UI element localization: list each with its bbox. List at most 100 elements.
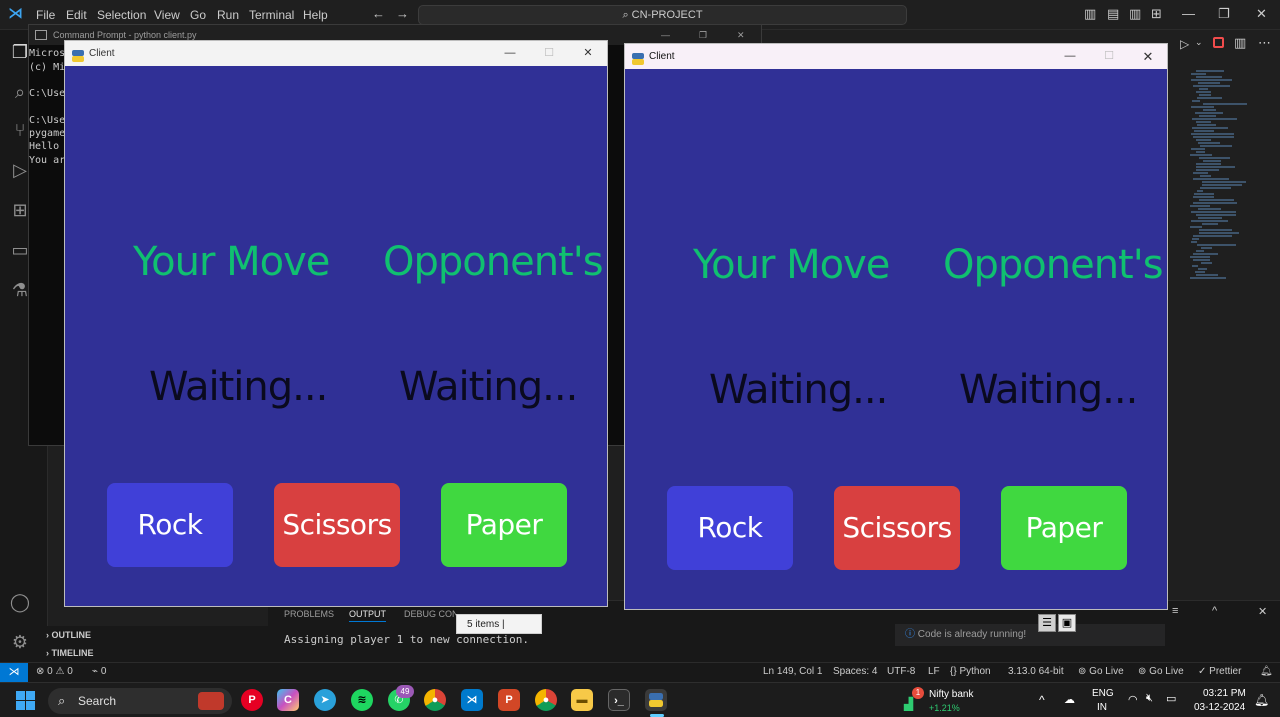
search-icon: ⌕ <box>622 9 632 21</box>
menu-file[interactable]: File <box>36 8 55 22</box>
chrome-profile-icon[interactable]: ● <box>535 689 557 711</box>
stop-icon[interactable] <box>1213 37 1224 48</box>
command-center[interactable]: ⌕ CN-PROJECT <box>418 5 907 25</box>
bell-icon[interactable]: 🔔︎ <box>1260 666 1273 677</box>
cmd-maximize-icon[interactable]: ❐ <box>699 25 707 45</box>
scissors-button[interactable]: Scissors <box>274 483 400 567</box>
client-window-1[interactable]: Client — ☐ ✕ Your Move Opponent's Waitin… <box>64 40 608 607</box>
show-hidden-icons[interactable]: ^ <box>1039 693 1045 707</box>
taskbar-search[interactable]: ⌕ Search <box>48 688 232 714</box>
notifications-icon[interactable]: 🔔︎ <box>1254 693 1269 707</box>
split-editor-icon[interactable]: ▥ <box>1234 35 1246 51</box>
scissors-button[interactable]: Scissors <box>834 486 960 570</box>
client-maximize-icon[interactable]: ☐ <box>529 41 569 66</box>
encoding[interactable]: UTF-8 <box>887 666 915 677</box>
outline-section[interactable]: › OUTLINE <box>46 630 91 640</box>
menu-selection[interactable]: Selection <box>97 8 146 22</box>
volume-mute-icon[interactable]: 🔇︎ <box>1146 692 1153 705</box>
details-view-icon[interactable]: ☰ <box>1038 614 1056 632</box>
language-in[interactable]: IN <box>1097 702 1107 713</box>
timeline-section[interactable]: › TIMELINE <box>46 648 94 658</box>
minimap[interactable] <box>1190 70 1250 280</box>
toggle-secondary-sidebar-icon[interactable]: ▥ <box>1129 6 1141 22</box>
client-window-2[interactable]: Client — ☐ ✕ Your Move Opponent's Waitin… <box>624 43 1168 610</box>
notification-toast[interactable]: ⓘ Code is already running! <box>895 624 1165 646</box>
paper-button[interactable]: Paper <box>1001 486 1127 570</box>
minimap-line <box>1196 163 1221 165</box>
powerpoint-icon[interactable]: P <box>498 689 520 711</box>
menu-terminal[interactable]: Terminal <box>249 8 294 22</box>
problems-status[interactable]: ⊗ 0 ⚠ 0 <box>36 666 73 677</box>
language-eng[interactable]: ENG <box>1092 688 1114 699</box>
rock-button[interactable]: Rock <box>667 486 793 570</box>
toggle-panel-icon[interactable]: ▤ <box>1107 6 1119 22</box>
chrome-icon[interactable]: ● <box>424 689 446 711</box>
cmd-minimize-icon[interactable]: — <box>661 25 670 45</box>
menu-go[interactable]: Go <box>190 8 206 22</box>
telegram-icon[interactable]: ➤ <box>314 689 336 711</box>
python-taskbar-icon[interactable] <box>645 689 667 711</box>
client-maximize-icon[interactable]: ☐ <box>1089 44 1129 69</box>
start-windows-icon[interactable] <box>16 691 35 710</box>
cmd-close-icon[interactable]: ✕ <box>737 25 745 45</box>
manage-gear-icon[interactable]: ⚙ <box>8 630 32 654</box>
panel-lines-icon[interactable]: ≡ <box>1172 605 1178 617</box>
toggle-sidebar-icon[interactable]: ▥ <box>1084 6 1096 22</box>
ports-status[interactable]: ⌁ 0 <box>92 666 106 677</box>
language-mode[interactable]: {} Python <box>950 666 991 677</box>
go-live-2[interactable]: ⊚ Go Live <box>1138 666 1184 677</box>
cursor-position[interactable]: Ln 149, Col 1 <box>763 666 823 677</box>
minimap-line <box>1192 100 1200 102</box>
menu-edit[interactable]: Edit <box>66 8 87 22</box>
vscode-taskbar-icon[interactable]: ⋊ <box>461 689 483 711</box>
menu-run[interactable]: Run <box>217 8 239 22</box>
chevron-down-icon[interactable]: ⌄ <box>1195 37 1203 48</box>
maximize-icon[interactable]: ❐ <box>1218 6 1230 22</box>
terminal-icon[interactable]: ›_ <box>608 689 630 711</box>
prettier-status[interactable]: ✓ Prettier <box>1198 666 1241 677</box>
clock-date[interactable]: 03-12-2024 <box>1194 702 1245 713</box>
client-minimize-icon[interactable]: — <box>490 41 530 66</box>
stock-chart-icon: ▟ <box>904 697 914 711</box>
close-icon[interactable]: ✕ <box>1256 6 1267 22</box>
tab-problems[interactable]: PROBLEMS <box>284 609 334 619</box>
layout-icon[interactable]: ⊞ <box>1151 6 1162 22</box>
panel-maximize-icon[interactable]: ^ <box>1212 605 1217 617</box>
accounts-icon[interactable]: ◯ <box>8 590 32 614</box>
client-close-icon[interactable]: ✕ <box>568 41 608 66</box>
tab-debug-console[interactable]: DEBUG CONSOLE <box>404 609 456 619</box>
file-explorer-icon[interactable]: ▬ <box>571 689 593 711</box>
more-actions-icon[interactable]: ⋯ <box>1258 35 1271 51</box>
menu-help[interactable]: Help <box>303 8 328 22</box>
battery-icon[interactable]: ▭ <box>1166 692 1176 705</box>
run-python-icon[interactable]: ▷ <box>1180 37 1189 51</box>
menu-view[interactable]: View <box>154 8 180 22</box>
indentation[interactable]: Spaces: 4 <box>833 666 877 677</box>
copilot-icon[interactable]: C <box>277 689 299 711</box>
go-live-1[interactable]: ⊚ Go Live <box>1078 666 1124 677</box>
tab-output[interactable]: OUTPUT <box>349 609 386 622</box>
panel-close-icon[interactable]: ✕ <box>1258 605 1267 618</box>
minimize-icon[interactable]: — <box>1182 6 1195 21</box>
remote-indicator-icon[interactable]: ⋊ <box>0 663 28 682</box>
meet-now-icon[interactable]: ☁ <box>1064 693 1075 706</box>
forward-arrow-icon[interactable]: → <box>396 6 409 21</box>
tiles-view-icon[interactable]: ▣ <box>1058 614 1076 632</box>
spotify-icon[interactable]: ≋ <box>351 689 373 711</box>
back-arrow-icon[interactable]: ← <box>372 6 385 21</box>
pinterest-icon[interactable]: P <box>241 689 263 711</box>
clock-time[interactable]: 03:21 PM <box>1203 688 1246 699</box>
minimap-line <box>1202 184 1242 186</box>
minimap-line <box>1193 172 1208 174</box>
line-ending[interactable]: LF <box>928 666 940 677</box>
rock-button[interactable]: Rock <box>107 483 233 567</box>
wifi-icon[interactable]: ◠ <box>1128 693 1138 706</box>
minimap-line <box>1192 238 1199 240</box>
client-close-icon[interactable]: ✕ <box>1128 44 1168 69</box>
client-minimize-icon[interactable]: — <box>1050 44 1090 69</box>
minimap-line <box>1196 274 1218 276</box>
paper-button[interactable]: Paper <box>441 483 567 567</box>
minimap-line <box>1194 130 1214 132</box>
python-interpreter[interactable]: 3.13.0 64-bit <box>1008 666 1064 677</box>
stock-widget[interactable]: ▟ 1 Nifty bank +1.21% <box>904 687 994 715</box>
